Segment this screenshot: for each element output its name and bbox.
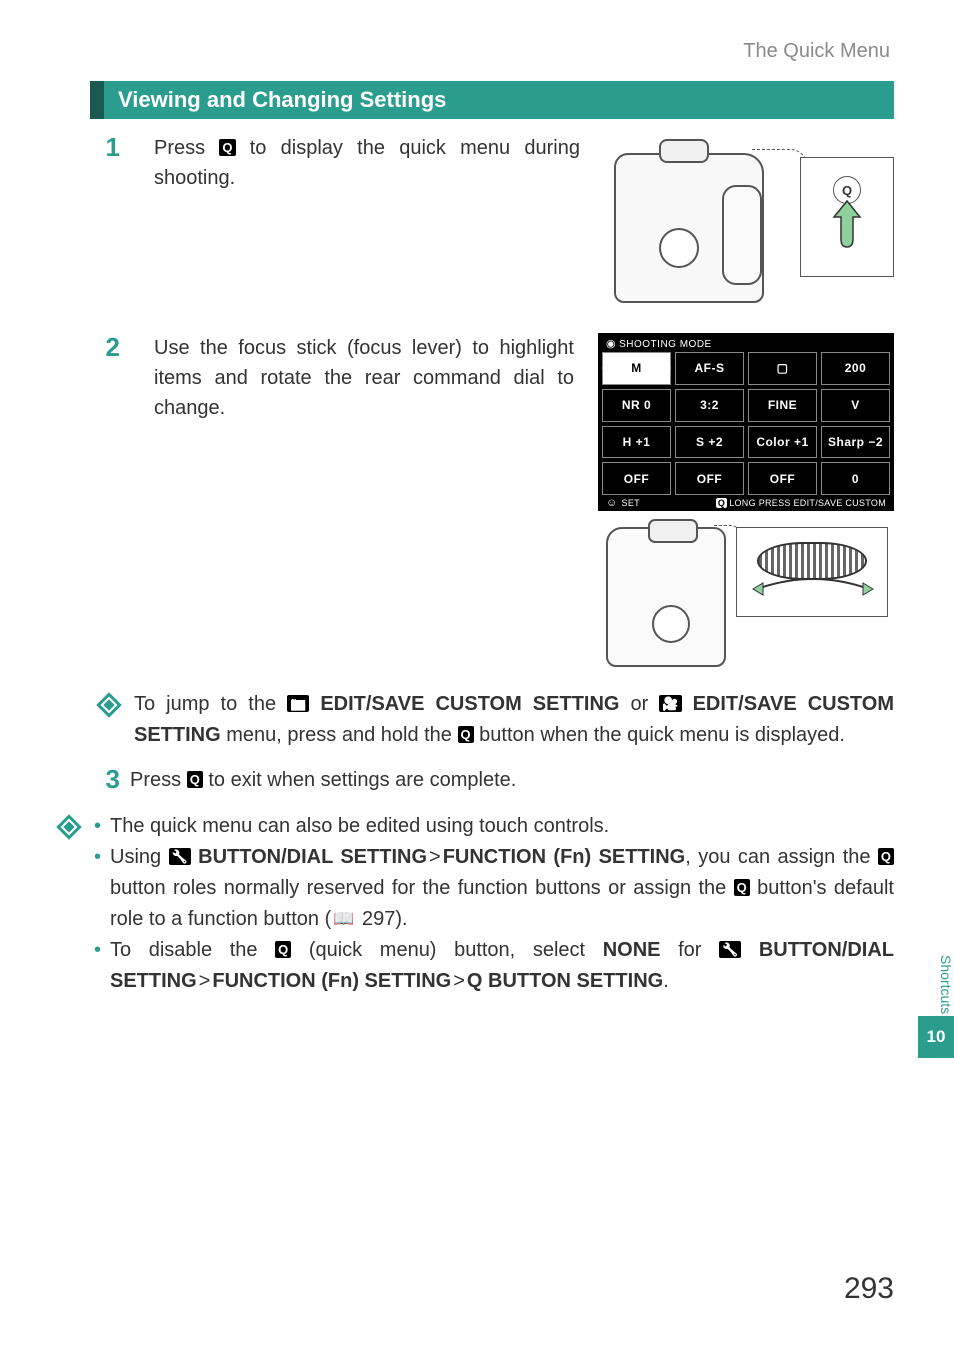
q-button-glyph: Q bbox=[734, 879, 750, 896]
quick-menu-title: ◉SHOOTING MODE bbox=[606, 337, 890, 350]
qm-cell: H +1 bbox=[602, 426, 671, 459]
dial-illustration bbox=[598, 525, 894, 675]
q-button-glyph: Q bbox=[458, 726, 474, 743]
step-number: 1 bbox=[90, 133, 120, 162]
page-number: 293 bbox=[844, 1272, 894, 1306]
bullet-item: • The quick menu can also be edited usin… bbox=[94, 811, 894, 842]
notes-block: • The quick menu can also be edited usin… bbox=[90, 811, 894, 997]
page-ref-icon: 📖 bbox=[331, 910, 356, 927]
step-2-text: Use the focus stick (focus lever) to hig… bbox=[154, 333, 574, 423]
bullet-item: • Using BUTTON/DIAL SETTING>FUNCTION (Fn… bbox=[94, 842, 894, 935]
bullet-dot: • bbox=[94, 811, 110, 842]
step-3: 3 Press Q to exit when settings are comp… bbox=[90, 765, 894, 795]
qm-cell: 3:2 bbox=[675, 389, 744, 422]
side-tab-label: Shortcuts bbox=[938, 890, 954, 1020]
text: Press bbox=[154, 137, 219, 159]
qm-cell: 200 bbox=[821, 352, 890, 385]
camera-viewfinder-shape bbox=[659, 139, 709, 163]
q-button-glyph: Q bbox=[187, 771, 203, 788]
step-number: 3 bbox=[90, 765, 120, 794]
qm-cell: Color +1 bbox=[748, 426, 817, 459]
wrench-icon bbox=[719, 941, 741, 958]
section-title: Viewing and Changing Settings bbox=[90, 81, 894, 119]
camera-lens-shape bbox=[659, 228, 699, 268]
quick-menu-footer: ☺SET QLONG PRESS EDIT/SAVE CUSTOM bbox=[602, 495, 890, 509]
qm-cell: FINE bbox=[748, 389, 817, 422]
tip-diamond-icon bbox=[96, 692, 122, 718]
qm-cell: OFF bbox=[748, 462, 817, 495]
camera-back-shape bbox=[606, 527, 726, 667]
quick-menu-grid: M AF-S ▢ 200 NR 0 3:2 FINE V H +1 S +2 C… bbox=[602, 352, 890, 495]
wrench-icon bbox=[169, 848, 191, 865]
bullet-dot: • bbox=[94, 842, 110, 935]
quick-menu-screen: ◉SHOOTING MODE M AF-S ▢ 200 NR 0 3:2 FIN… bbox=[598, 333, 894, 511]
tip-text: To jump to the EDIT/SAVE CUSTOM SETTING … bbox=[134, 689, 894, 751]
q-button-glyph: Q bbox=[878, 848, 894, 865]
press-arrow-icon bbox=[830, 199, 864, 254]
q-button-glyph: Q bbox=[275, 941, 291, 958]
qm-cell: OFF bbox=[675, 462, 744, 495]
step-2: 2 Use the focus stick (focus lever) to h… bbox=[90, 333, 894, 675]
chapter-number-tab: 10 bbox=[918, 1016, 954, 1058]
qm-cell: S +2 bbox=[675, 426, 744, 459]
tip-diamond-icon bbox=[56, 814, 82, 840]
text: The quick menu can also be edited using … bbox=[110, 811, 609, 842]
bullet-dot: • bbox=[94, 935, 110, 997]
qm-cell: OFF bbox=[602, 462, 671, 495]
qm-cell: 0 bbox=[821, 462, 890, 495]
qm-cell: NR 0 bbox=[602, 389, 671, 422]
camera-mode-icon bbox=[287, 695, 309, 712]
rotate-arrow-icon bbox=[749, 575, 877, 610]
bullet-item: • To disable the Q (quick menu) button, … bbox=[94, 935, 894, 997]
movie-mode-icon bbox=[659, 695, 681, 712]
qm-cell: Sharp −2 bbox=[821, 426, 890, 459]
text: Using BUTTON/DIAL SETTING>FUNCTION (Fn) … bbox=[110, 842, 894, 935]
qm-cell: V bbox=[821, 389, 890, 422]
text: To disable the Q (quick menu) button, se… bbox=[110, 935, 894, 997]
tip-note: To jump to the EDIT/SAVE CUSTOM SETTING … bbox=[96, 689, 894, 751]
qm-cell: ▢ bbox=[748, 352, 817, 385]
step-1-text: Press Q to display the quick menu during… bbox=[154, 133, 580, 193]
step-1: 1 Press Q to display the quick menu duri… bbox=[90, 133, 894, 323]
q-button-callout: Q bbox=[800, 157, 894, 277]
camera-illustration: Q bbox=[604, 133, 894, 323]
step-3-text: Press Q to exit when settings are comple… bbox=[130, 765, 894, 795]
dial-callout bbox=[736, 527, 888, 617]
qm-cell: AF-S bbox=[675, 352, 744, 385]
breadcrumb: The Quick Menu bbox=[90, 40, 894, 63]
step-number: 2 bbox=[90, 333, 120, 362]
q-button-glyph: Q bbox=[219, 139, 235, 156]
qm-cell: M bbox=[602, 352, 671, 385]
